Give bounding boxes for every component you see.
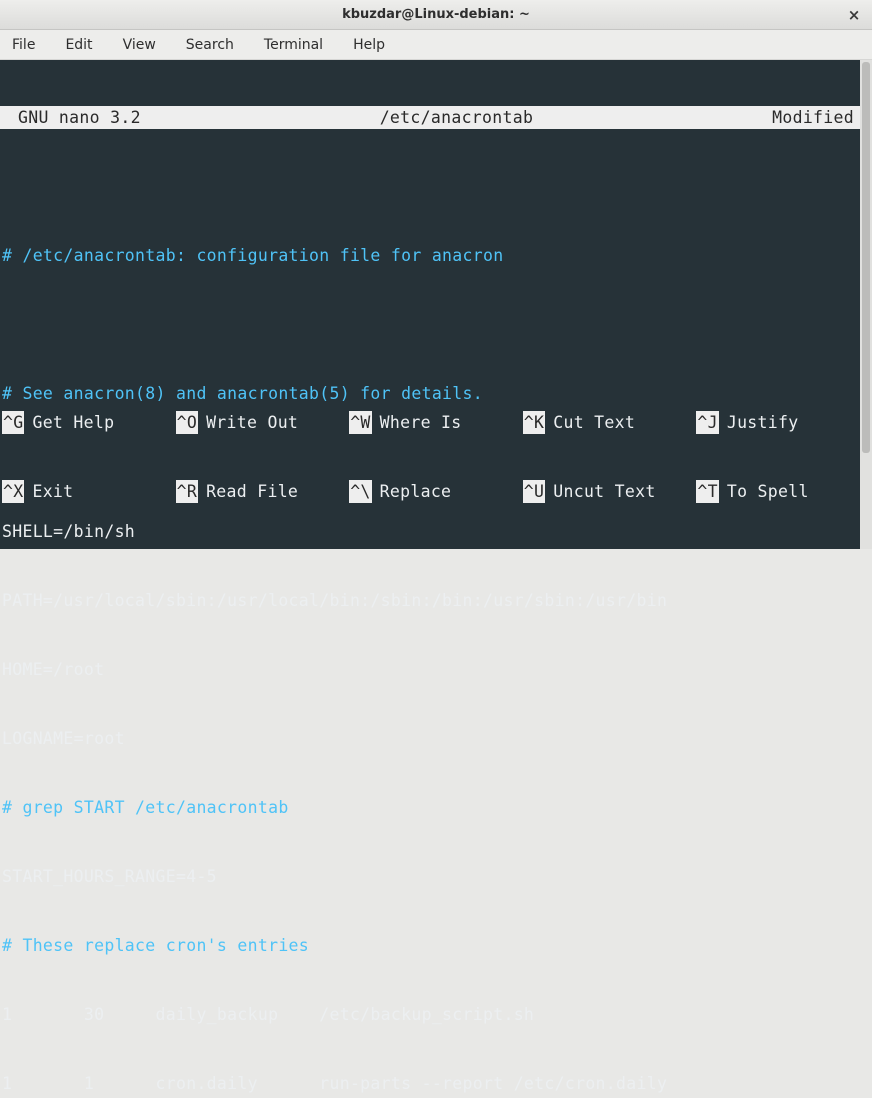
menu-edit[interactable]: Edit: [59, 33, 98, 57]
editor-line: HOME=/root: [0, 658, 872, 681]
editor-line: PATH=/usr/local/sbin:/usr/local/bin:/sbi…: [0, 589, 872, 612]
menu-help[interactable]: Help: [347, 33, 391, 57]
nano-shortcuts: ^GGet Help ^OWrite Out ^WWhere Is ^KCut …: [0, 365, 872, 549]
shortcut-to-spell[interactable]: ^TTo Spell: [696, 480, 870, 503]
shortcut-exit[interactable]: ^XExit: [2, 480, 176, 503]
window-title: kbuzdar@Linux-debian: ~: [342, 7, 530, 22]
menubar: File Edit View Search Terminal Help: [0, 30, 872, 60]
terminal-area[interactable]: GNU nano 3.2 /etc/anacrontab Modified # …: [0, 60, 872, 549]
editor-line: 1 1 cron.daily run-parts --report /etc/c…: [0, 1072, 872, 1095]
shortcut-replace[interactable]: ^\Replace: [349, 480, 523, 503]
nano-version: GNU nano 3.2: [8, 106, 141, 129]
editor-line: LOGNAME=root: [0, 727, 872, 750]
menu-file[interactable]: File: [6, 33, 41, 57]
shortcut-write-out[interactable]: ^OWrite Out: [176, 411, 350, 434]
nano-statusline: GNU nano 3.2 /etc/anacrontab Modified: [0, 106, 872, 129]
editor-line: # grep START /etc/anacrontab: [0, 796, 872, 819]
shortcut-where-is[interactable]: ^WWhere Is: [349, 411, 523, 434]
menu-terminal[interactable]: Terminal: [258, 33, 329, 57]
nano-filename: /etc/anacrontab: [141, 106, 772, 129]
shortcut-get-help[interactable]: ^GGet Help: [2, 411, 176, 434]
editor-line: # /etc/anacrontab: configuration file fo…: [0, 244, 872, 267]
shortcut-justify[interactable]: ^JJustify: [696, 411, 870, 434]
scrollbar-thumb[interactable]: [862, 62, 870, 453]
scrollbar[interactable]: [860, 60, 872, 549]
editor-line: # These replace cron's entries: [0, 934, 872, 957]
shortcut-uncut-text[interactable]: ^UUncut Text: [523, 480, 697, 503]
close-icon[interactable]: ×: [846, 7, 862, 23]
shortcut-cut-text[interactable]: ^KCut Text: [523, 411, 697, 434]
menu-search[interactable]: Search: [180, 33, 240, 57]
menu-view[interactable]: View: [117, 33, 162, 57]
shortcut-read-file[interactable]: ^RRead File: [176, 480, 350, 503]
editor-line: 1 30 daily_backup /etc/backup_script.sh: [0, 1003, 872, 1026]
editor-line: START_HOURS_RANGE=4-5: [0, 865, 872, 888]
window-titlebar: kbuzdar@Linux-debian: ~ ×: [0, 0, 872, 30]
nano-modified: Modified: [772, 106, 864, 129]
